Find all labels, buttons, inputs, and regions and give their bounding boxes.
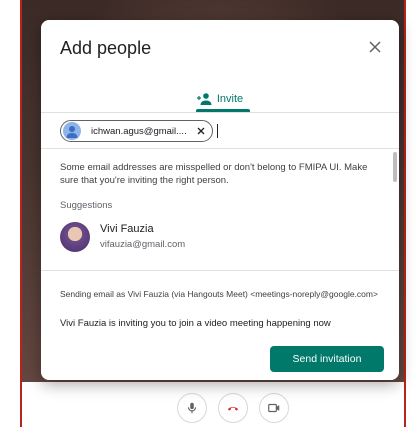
close-button[interactable] (367, 39, 383, 55)
tab-label: Invite (216, 93, 244, 105)
camera-icon (268, 403, 280, 413)
person-add-icon (196, 93, 212, 105)
divider (41, 148, 399, 149)
person-icon (63, 122, 81, 140)
invite-message: Vivi Fauzia is inviting you to join a vi… (60, 318, 331, 329)
suggestion-email: vifauzia@gmail.com (100, 239, 186, 250)
close-icon (369, 41, 381, 53)
suggestion-name: Vivi Fauzia (100, 223, 154, 235)
recipient-chip[interactable]: ichwan.agus@gmail.... (60, 120, 213, 142)
dialog-title: Add people (60, 38, 152, 58)
avatar (60, 222, 90, 252)
call-controls-bar (22, 382, 404, 427)
warning-text: Some email addresses are misspelled or d… (60, 162, 368, 186)
hang-up-button[interactable] (218, 393, 248, 423)
divider (41, 270, 399, 271)
hang-up-icon (227, 406, 239, 411)
send-invitation-button[interactable]: Send invitation (270, 346, 384, 372)
close-icon (197, 127, 205, 135)
divider (41, 112, 399, 113)
microphone-icon (187, 402, 197, 414)
sending-note: Sending email as Vivi Fauzia (via Hangou… (60, 289, 378, 299)
microphone-button[interactable] (177, 393, 207, 423)
suggestion-item[interactable]: Vivi Fauzia vifauzia@gmail.com (60, 220, 360, 254)
suggestions-label: Suggestions (60, 200, 113, 211)
recipient-input[interactable] (217, 124, 218, 138)
scrollbar[interactable] (393, 152, 397, 182)
add-people-dialog: Add people Invite ichwan.agus@gmail.... … (41, 20, 399, 380)
recipient-email: ichwan.agus@gmail.... (91, 125, 187, 137)
remove-recipient-button[interactable] (196, 126, 206, 136)
camera-button[interactable] (259, 393, 289, 423)
